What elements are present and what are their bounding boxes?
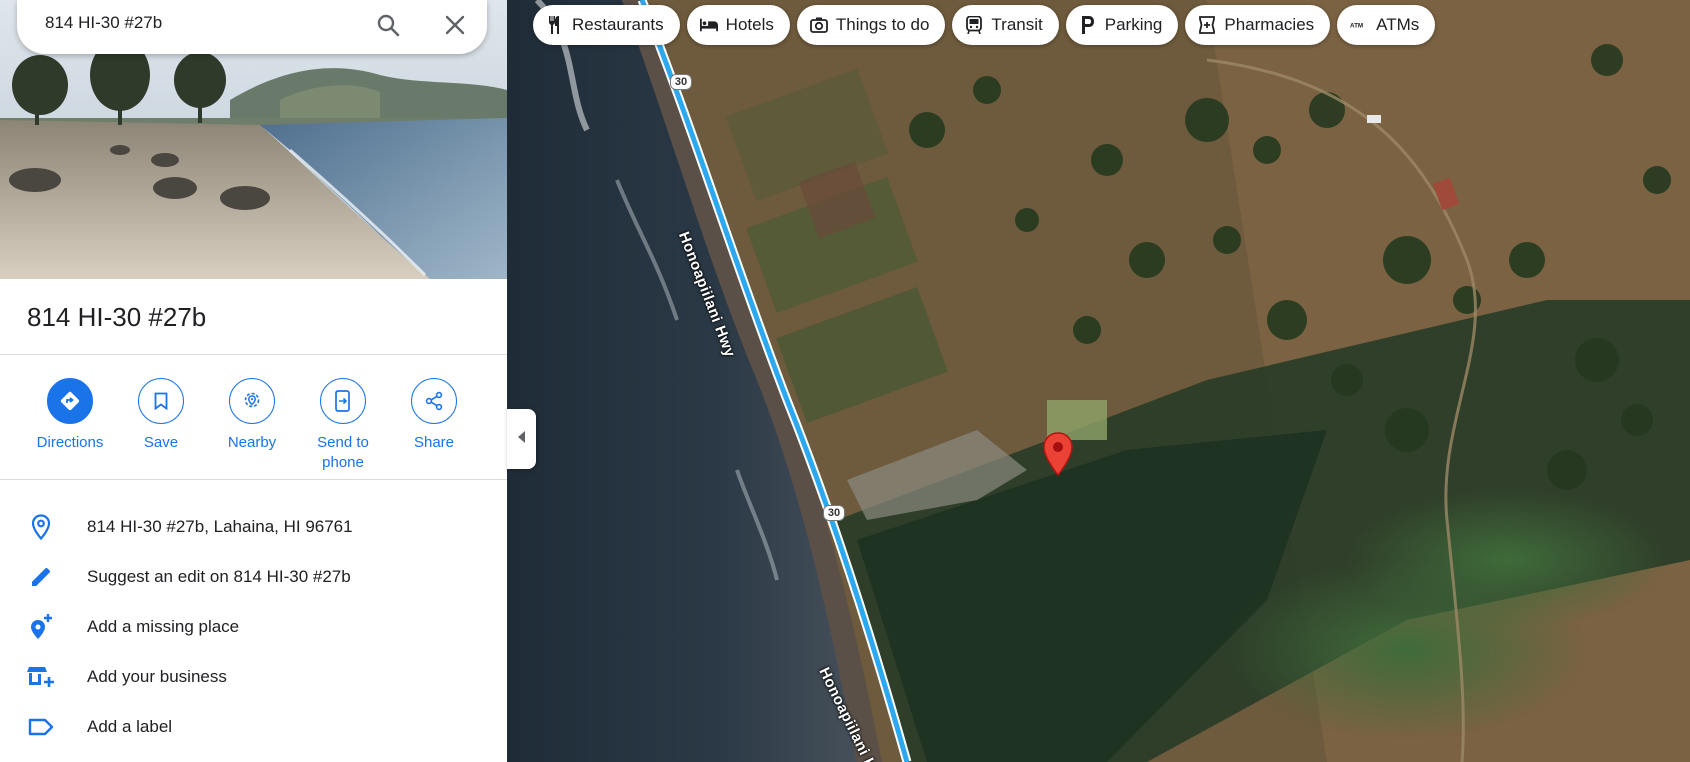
chip-parking[interactable]: Parking	[1065, 5, 1179, 45]
directions-icon	[47, 378, 93, 424]
nearby-button[interactable]: Nearby	[207, 378, 297, 453]
directions-button[interactable]: Directions	[25, 378, 115, 453]
share-button[interactable]: Share	[389, 378, 479, 453]
close-icon[interactable]	[440, 10, 470, 40]
search-input[interactable]	[45, 12, 365, 34]
restaurant-icon	[546, 16, 564, 34]
chip-restaurants[interactable]: Restaurants	[533, 5, 680, 45]
pencil-icon	[27, 563, 55, 591]
search-icon[interactable]	[373, 10, 403, 40]
chip-hotels[interactable]: Hotels	[686, 5, 790, 45]
add-label-text: Add a label	[87, 717, 173, 736]
action-label: Nearby	[227, 434, 277, 451]
atm-icon: ATM	[1350, 16, 1368, 34]
chip-atms[interactable]: ATM ATMs	[1337, 5, 1436, 45]
add-missing-place-text: Add a missing place	[87, 617, 240, 636]
address-text: 814 HI-30 #27b, Lahaina, HI 96761	[87, 517, 353, 536]
chip-things-to-do[interactable]: Things to do	[796, 5, 946, 45]
place-title: 814 HI-30 #27b	[27, 302, 207, 332]
address-row[interactable]: 814 HI-30 #27b, Lahaina, HI 96761	[0, 503, 507, 549]
transit-icon	[965, 16, 983, 34]
divider	[0, 479, 507, 480]
place-panel: 814 HI-30 #27b Directions Save Nearby Se…	[0, 0, 507, 762]
chip-label: Pharmacies	[1224, 15, 1315, 34]
camera-icon	[809, 16, 828, 34]
add-label-row[interactable]: Add a label	[0, 703, 507, 749]
route-shield: 30	[670, 74, 692, 90]
divider	[0, 354, 507, 355]
location-pin-icon[interactable]	[1041, 431, 1075, 479]
search-box	[17, 0, 487, 54]
parking-icon	[1079, 16, 1097, 34]
chip-label: ATMs	[1376, 15, 1420, 34]
chip-label: Restaurants	[572, 15, 664, 34]
action-label: Send to phone	[317, 434, 369, 471]
chip-transit[interactable]: Transit	[952, 5, 1059, 45]
satellite-imagery	[507, 0, 1690, 762]
bookmark-icon	[138, 378, 184, 424]
chip-label: Transit	[991, 15, 1043, 34]
save-button[interactable]: Save	[116, 378, 206, 453]
chip-pharmacies[interactable]: Pharmacies	[1185, 5, 1331, 45]
action-label: Directions	[36, 434, 104, 451]
add-missing-place-row[interactable]: Add a missing place	[0, 603, 507, 649]
suggest-edit-text: Suggest an edit on 814 HI-30 #27b	[87, 567, 351, 586]
chip-label: Hotels	[725, 15, 774, 34]
map-canvas[interactable]: 30 30 Honoapiilani Hwy Honoapiilani Hwy	[507, 0, 1690, 762]
chip-label: Things to do	[835, 15, 930, 34]
category-chips: Restaurants Hotels Things to do Transit …	[533, 5, 1436, 45]
svg-text:ATM: ATM	[1350, 23, 1363, 30]
action-label: Save	[143, 434, 179, 451]
share-icon	[411, 378, 457, 424]
add-business-text: Add your business	[87, 667, 227, 686]
add-location-icon	[27, 613, 55, 641]
chip-label: Parking	[1104, 15, 1163, 34]
add-business-icon	[27, 663, 55, 691]
route-shield: 30	[823, 505, 845, 521]
add-business-row[interactable]: Add your business	[0, 653, 507, 699]
chevron-left-icon	[517, 430, 526, 448]
nearby-icon	[229, 378, 275, 424]
pharmacy-icon	[1198, 16, 1216, 34]
collapse-panel-button[interactable]	[507, 409, 536, 469]
suggest-edit-row[interactable]: Suggest an edit on 814 HI-30 #27b	[0, 553, 507, 599]
location-icon	[27, 513, 55, 541]
hotel-icon	[699, 16, 718, 34]
action-buttons: Directions Save Nearby Send to phone Sha…	[0, 378, 507, 474]
label-icon	[27, 713, 55, 741]
send-to-phone-button[interactable]: Send to phone	[298, 378, 388, 473]
send-to-phone-icon	[320, 378, 366, 424]
action-label: Share	[413, 434, 455, 451]
